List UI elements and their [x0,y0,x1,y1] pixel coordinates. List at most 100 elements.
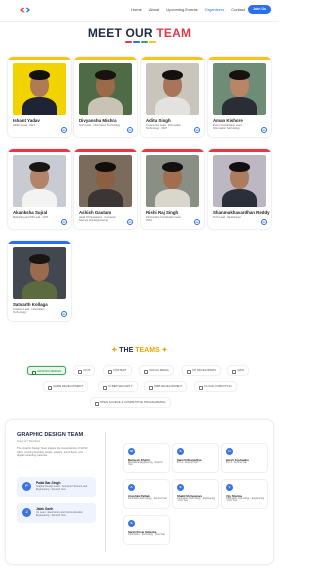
team-member-card: Akanksha Sujral Marketing and PR Lead · … [8,149,71,229]
card-accent-stripe [8,241,71,244]
member-card: S Samrit Dhanaditya B.C.A - Second Year [173,444,218,472]
member-role: Tech Lead · Information Technology [79,123,121,127]
member-role: B.C.A - Second Year [177,461,198,464]
team-chip-cyber-security[interactable]: CYBER SECURITY [99,382,137,391]
linkedin-icon[interactable]: in [127,219,133,225]
linkedin-icon[interactable]: in [61,311,67,317]
team-member-card: Aman Kishore Event Coordination Lead · I… [208,57,271,137]
nav-link-about[interactable]: About [149,7,159,12]
gdsc-logo-icon[interactable] [19,6,31,14]
team-chip-game-development[interactable]: GAME DEVELOPMENT [44,382,88,391]
member-role: Information Technology · Second Year [128,497,167,500]
team-chip-content[interactable]: CONTENT [104,366,131,375]
member-card: A Anushka Pathak Information Technology … [124,480,169,508]
lead-name: Jalak Garth [36,506,54,511]
avatar: V [226,484,233,491]
team-chip-ai-ml[interactable]: AI/ML [228,366,249,375]
member-name: Satvarth Kollaga [13,302,48,307]
member-photo [13,247,66,299]
team-detail-panel: GRAPHIC DESIGN TEAM Team of 7 Members Th… [6,420,273,564]
sparkle-icon: ✦ [161,347,168,354]
page-title-part2: TEAM [156,26,192,40]
team-chip-web-development[interactable]: WEB DEVELOPMENT [145,382,187,391]
team-chip-graphic-design[interactable]: GRAPHIC DESIGN [27,366,67,375]
nav-link-home[interactable]: Home [131,7,142,12]
linkedin-icon[interactable]: in [61,219,67,225]
member-photo [79,63,132,115]
member-card: M Manvesh Khattri Mechanical Engineering… [124,444,169,472]
avatar: A [128,484,135,491]
member-card: H Harsh Kushwaha B.C.A - Second Year [222,444,267,472]
panel-title: GRAPHIC DESIGN TEAM [17,432,84,438]
title-underline [125,41,156,43]
join-us-button[interactable]: Join Us [248,5,271,14]
linkedin-icon[interactable]: in [194,127,200,133]
team-member-card: Ashish Gautam Head Of Operations · Compu… [74,149,137,229]
member-photo [146,155,199,207]
member-photo [213,63,266,115]
member-role: Mechanical Engineering · Second Year [128,461,163,467]
member-role: B.C.A - Second Year [226,461,247,464]
card-accent-stripe [74,149,137,152]
teams-section-title: ✦ THE TEAMS ✦ [0,346,279,354]
member-photo [146,63,199,115]
linkedin-icon[interactable]: in [194,219,200,225]
member-card: S Sarah Rosie Sutterba Information · Tec… [124,516,169,544]
member-role: Tech Lead · Mechanical [213,215,241,219]
team-chip-cloud-computing[interactable]: CLOUD COMPUTING [195,382,236,391]
card-accent-stripe [8,57,71,60]
linkedin-icon[interactable]: in [127,127,133,133]
member-role: Head Of Operations · Computer Science an… [79,215,116,222]
member-card: V Vijy Sharma Information Technology · E… [222,480,267,508]
divider [105,432,106,552]
member-role: GDSC Lead · 2027 [13,123,36,127]
member-card: S Shakti Shrivastava Information Technol… [173,480,218,508]
nav-link-organisers[interactable]: Organisers [205,7,225,12]
linkedin-icon[interactable]: in [261,127,267,133]
page-title-part1: MEET OUR [87,26,153,40]
team-member-card: Satvarth Kollaga Creative Lead · Informa… [8,241,71,321]
navbar: Home About Upcoming Events Organisers Co… [0,0,279,22]
avatar: M [128,448,135,455]
member-photo [13,63,66,115]
member-role: Information · Technology · First Year [128,533,165,536]
member-photo [13,155,66,207]
team-chip-cp-developers[interactable]: CP, DEVELOPERS [183,366,221,375]
team-chip-social-media[interactable]: SOCIAL MEDIA [140,366,173,375]
lead-card: P Palak Bar-Singh Graphic Design Lead · … [17,477,96,497]
team-member-card: Divyanshu Mishra Tech Lead · Information… [74,57,137,137]
member-name: Divyanshu Mishra [79,118,117,123]
avatar: S [177,448,184,455]
team-member-card: Ishant Yadav GDSC Lead · 2027 in [8,57,71,137]
team-member-card: Rishi Raj Singh Partnership Coordination… [141,149,204,229]
sparkle-icon: ✦ [111,347,118,354]
member-photo [213,155,266,207]
nav-links: Home About Upcoming Events Organisers Co… [131,7,245,12]
card-accent-stripe [208,57,271,60]
member-role: Creative Lead · Information Technology [13,307,45,314]
avatar: H [226,448,233,455]
member-role: Event Coordination Lead · Information Te… [213,123,244,130]
card-accent-stripe [8,149,71,152]
member-name: Aditu Singh [146,118,171,123]
avatar: P [22,482,31,491]
team-chip-ui-ux[interactable]: UI/UX [74,366,95,375]
avatar: J [22,508,31,517]
nav-link-upcoming-events[interactable]: Upcoming Events [166,7,197,12]
lead-role: Co Lead · Electronics and Communication … [36,511,83,517]
card-accent-stripe [74,57,137,60]
team-member-card: Shanmukhavardhan Reddy Tech Lead · Mecha… [208,149,271,229]
panel-description: The Graphic Design Team shapes the visua… [17,447,88,458]
member-name: Akanksha Sujral [13,210,48,215]
member-role: Partnership Coordination lead · 2026 [146,215,182,222]
linkedin-icon[interactable]: in [261,219,267,225]
lead-name: Palak Bar-Singh [36,480,61,485]
member-role: Information Technology · Engineering - F… [177,497,216,503]
linkedin-icon[interactable]: in [61,127,67,133]
teams-title-accent: TEAMS [135,347,160,354]
card-accent-stripe [208,149,271,152]
team-chip-open-source[interactable]: OPEN SOURCE & COMPETITIVE PROGRAMMING [91,398,170,407]
card-accent-stripe [141,57,204,60]
panel-subtitle: Team of 7 Members [17,439,40,443]
nav-link-contact[interactable]: Contact [231,7,245,12]
